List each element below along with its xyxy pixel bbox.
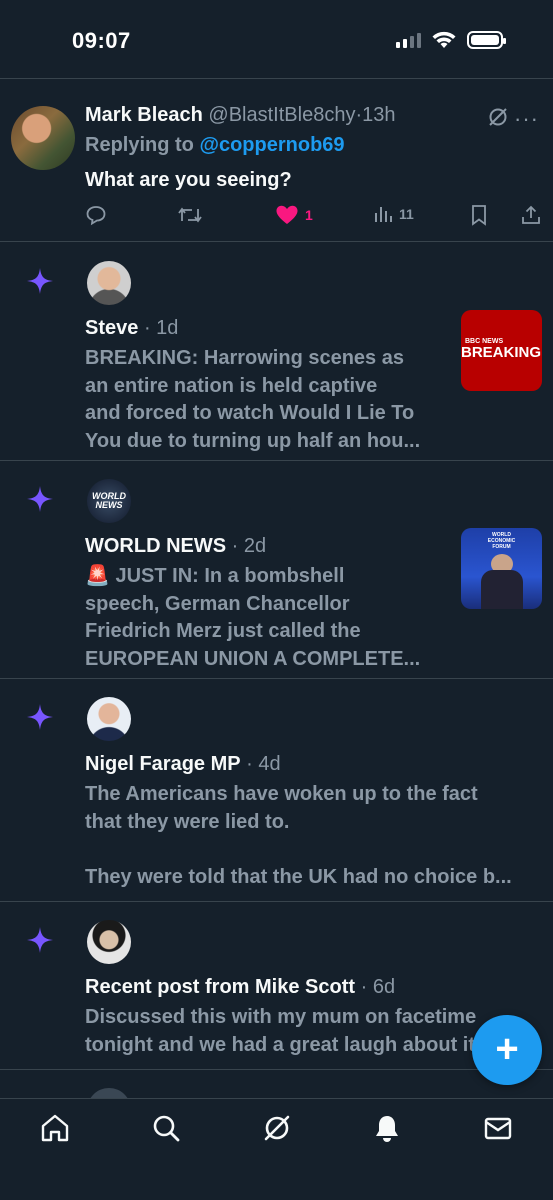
views-button[interactable]: 11 [373, 204, 414, 224]
grok-icon[interactable] [262, 1113, 292, 1143]
notification-item[interactable]: WORLD NEWS WORLD NEWS · 2d 🚨 JUST IN: In… [0, 461, 553, 679]
search-icon[interactable] [151, 1113, 181, 1143]
notification-item[interactable]: Steve · 1d BREAKING: Harrowing scenes as… [0, 243, 553, 461]
tweet-text: What are you seeing? [85, 169, 292, 191]
retweet-icon [178, 207, 202, 223]
divider [0, 78, 553, 79]
grok-icon[interactable] [487, 106, 509, 133]
text-line: an entire nation is held captive [85, 374, 378, 397]
notification-title: Steve · 1d [85, 317, 179, 339]
text-line: You due to turning up half an hou... [85, 429, 421, 452]
avatar[interactable]: WORLD NEWS [87, 479, 131, 523]
like-button[interactable]: 1 [275, 204, 313, 226]
retweet-button[interactable] [177, 204, 203, 226]
tweet-age: 13h [362, 104, 396, 126]
tweet-actions: 1 11 [85, 204, 545, 230]
avatar[interactable] [87, 697, 131, 741]
notifications-icon[interactable] [372, 1113, 402, 1143]
text-line: that they were lied to. [85, 810, 290, 833]
notification-text: 🚨 JUST IN: In a bombshell speech, German… [85, 563, 445, 673]
share-icon [522, 205, 540, 224]
next-item-edge [87, 1088, 131, 1098]
display-name[interactable]: WORLD NEWS [85, 535, 226, 557]
sparkle-icon [27, 927, 53, 953]
display-name[interactable]: Recent post from Mike Scott [85, 976, 355, 998]
notification-item[interactable]: Nigel Farage MP · 4d The Americans have … [0, 679, 553, 902]
status-time: 09:07 [72, 28, 131, 53]
notification-title: Nigel Farage MP · 4d [85, 753, 281, 775]
bookmark-icon [472, 205, 486, 226]
text-line: EUROPEAN UNION A COMPLETE... [85, 647, 421, 670]
text-line: BREAKING: Harrowing scenes as [85, 347, 404, 369]
text-line: The Americans have woken up to the fact [85, 783, 478, 805]
reply-icon [86, 206, 106, 226]
heart-icon [276, 205, 298, 224]
home-icon[interactable] [40, 1113, 70, 1143]
thumbnail-label: BREAKING [461, 344, 542, 361]
plus-icon: + [495, 1026, 519, 1071]
compose-button[interactable]: + [472, 1015, 542, 1085]
more-options-icon[interactable]: ··· [514, 106, 539, 132]
messages-icon[interactable] [483, 1113, 513, 1143]
text-line: Discussed this with my mum on facetime [85, 1006, 477, 1028]
text-line: and forced to watch Would I Lie To [85, 402, 415, 424]
notification-text: BREAKING: Harrowing scenes as an entire … [85, 345, 445, 455]
speaker-body [481, 570, 523, 609]
status-icons [396, 30, 506, 50]
avatar[interactable] [87, 261, 131, 305]
post-age: 2d [243, 535, 267, 557]
replying-to: Replying to @coppernob69 [85, 134, 345, 157]
sparkle-icon [27, 268, 53, 294]
handle[interactable]: @BlastItBle8chy [208, 104, 355, 126]
status-bar: 09:07 [0, 0, 553, 78]
bottom-nav [0, 1098, 553, 1200]
bookmark-button[interactable] [469, 204, 489, 226]
avatar[interactable] [87, 920, 131, 964]
battery-icon [467, 31, 506, 49]
notification-item[interactable]: Recent post from Mike Scott · 6d Discuss… [0, 902, 553, 1070]
text-line: speech, German Chancellor [85, 592, 350, 615]
media-thumbnail[interactable]: WORLD ECONOMIC FORUM [461, 528, 542, 609]
display-name[interactable]: Steve [85, 317, 138, 339]
post-age: 4d [258, 753, 281, 775]
share-button[interactable] [520, 204, 542, 226]
display-name[interactable]: Mark Bleach [85, 104, 203, 126]
notification-title: Recent post from Mike Scott · 6d [85, 976, 396, 998]
reply-tweet[interactable]: Mark Bleach @BlastItBle8chy·13h ··· Repl… [0, 92, 553, 242]
view-count: 11 [399, 206, 414, 222]
notification-title: WORLD NEWS · 2d [85, 535, 267, 557]
thumbnail-label: WORLD ECONOMIC FORUM [487, 532, 516, 550]
tweet-header: Mark Bleach @BlastItBle8chy·13h [85, 104, 395, 127]
media-thumbnail[interactable]: BBC NEWS BREAKING [461, 310, 542, 391]
sparkle-icon [27, 486, 53, 512]
replying-to-handle[interactable]: @coppernob69 [199, 134, 344, 156]
text-line: 🚨 JUST IN: In a bombshell [85, 565, 345, 587]
reply-button[interactable] [85, 204, 107, 226]
display-name[interactable]: Nigel Farage MP [85, 753, 241, 775]
views-icon [375, 207, 392, 222]
text-line [85, 836, 545, 864]
text-line: They were told that the UK had no choice… [85, 865, 512, 888]
like-count: 1 [305, 207, 313, 223]
notification-text: The Americans have woken up to the fact … [85, 781, 545, 891]
wifi-icon [432, 31, 456, 48]
post-age: 1d [156, 317, 179, 339]
post-age: 6d [372, 976, 396, 998]
replying-prefix: Replying to [85, 134, 194, 156]
avatar-text: NEWS [95, 500, 123, 510]
cellular-signal-icon [396, 32, 421, 48]
avatar[interactable] [11, 106, 75, 170]
text-line: Friedrich Merz just called the [85, 620, 361, 642]
sparkle-icon [27, 704, 53, 730]
